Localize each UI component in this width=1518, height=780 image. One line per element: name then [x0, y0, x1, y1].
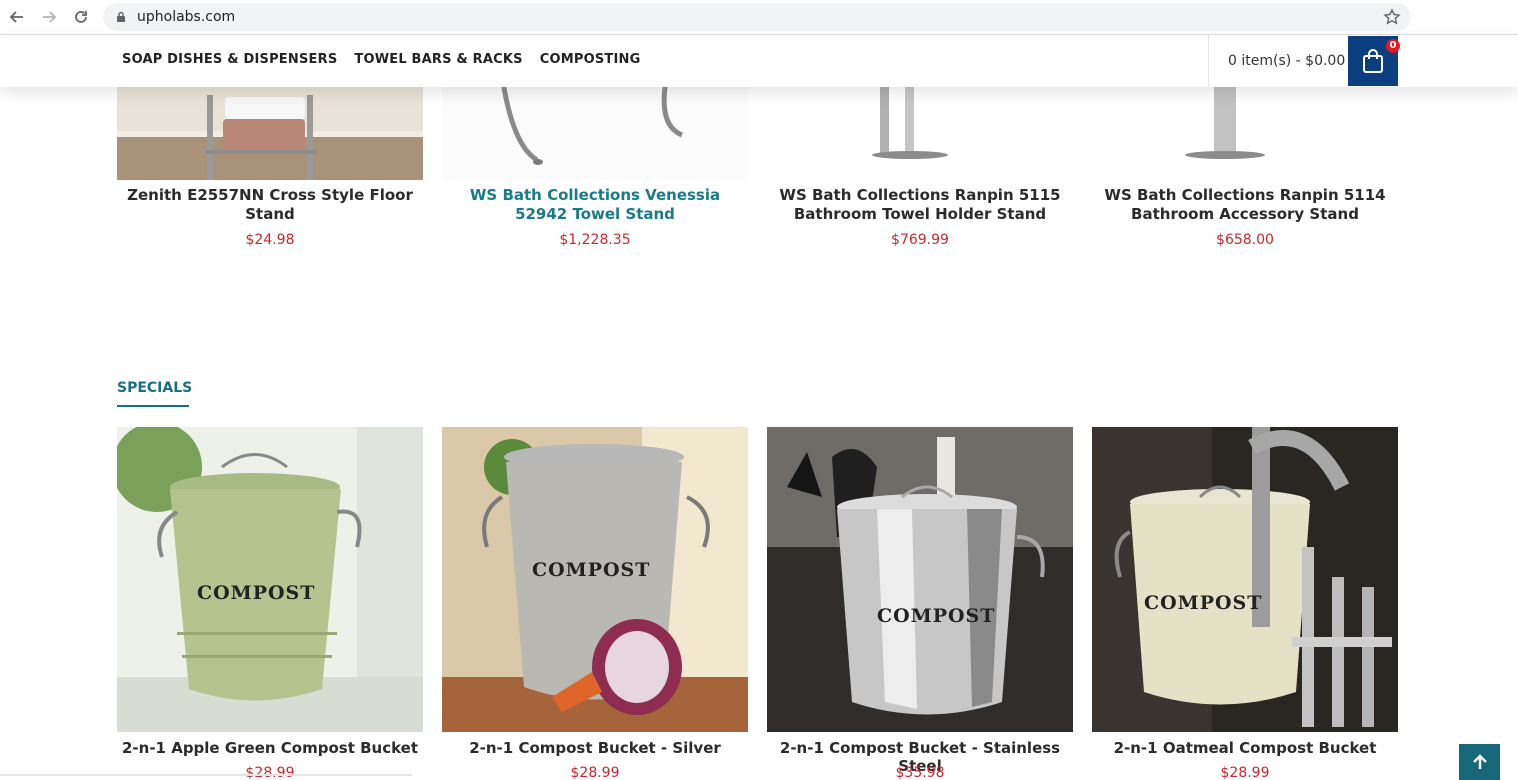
product-title[interactable]: Zenith E2557NN Cross Style Floor Stand	[117, 186, 423, 224]
product-image[interactable]: COMPOST	[1092, 427, 1398, 732]
back-arrow-icon[interactable]	[6, 6, 28, 28]
arrow-up-icon	[1472, 754, 1487, 769]
product-title[interactable]: WS Bath Collections Venessia 52942 Towel…	[442, 186, 748, 224]
product-price: $769.99	[891, 232, 949, 248]
page-content: Zenith E2557NN Cross Style Floor Stand $…	[0, 35, 1518, 780]
forward-arrow-icon[interactable]	[38, 6, 60, 28]
product-image[interactable]: COMPOST	[442, 427, 748, 732]
lock-icon	[117, 11, 125, 22]
product-title[interactable]: WS Bath Collections Ranpin 5115 Bathroom…	[767, 186, 1073, 224]
product-price: $28.99	[570, 765, 620, 780]
menu-item-composting[interactable]: COMPOSTING	[540, 52, 641, 67]
product-price: $24.98	[245, 232, 295, 248]
bottom-bar	[0, 774, 412, 776]
main-menu: SOAP DISHES & DISPENSERS TOWEL BARS & RA…	[122, 52, 640, 67]
product-image[interactable]: COMPOST	[767, 427, 1073, 732]
cart-summary[interactable]: 0 item(s) - $0.00	[1228, 53, 1345, 69]
product-image[interactable]: COMPOST	[117, 427, 423, 732]
url-text: upholabs.com	[137, 9, 236, 25]
product-title[interactable]: 2-n-1 Oatmeal Compost Bucket	[1092, 739, 1398, 757]
product-title[interactable]: 2-n-1 Compost Bucket - Silver	[442, 739, 748, 757]
product-title[interactable]: 2-n-1 Apple Green Compost Bucket	[117, 739, 423, 757]
browser-toolbar: upholabs.com	[0, 0, 1518, 35]
product-title[interactable]: WS Bath Collections Ranpin 5114 Bathroom…	[1092, 186, 1398, 224]
compost-label: COMPOST	[1144, 592, 1263, 614]
shopping-bag-icon	[1363, 49, 1383, 73]
menu-item-soap-dishes[interactable]: SOAP DISHES & DISPENSERS	[122, 52, 337, 67]
site-header: SOAP DISHES & DISPENSERS TOWEL BARS & RA…	[0, 35, 1518, 87]
specials-heading: SPECIALS	[117, 380, 193, 396]
cart-count-badge: 0	[1386, 39, 1400, 53]
product-price: $658.00	[1216, 232, 1274, 248]
product-price: $28.99	[1220, 765, 1270, 780]
heading-underline	[117, 405, 189, 407]
star-icon[interactable]	[1383, 8, 1401, 26]
header-divider	[1208, 35, 1209, 87]
compost-label: COMPOST	[532, 559, 651, 581]
product-price: $35.98	[895, 765, 945, 780]
product-price: $1,228.35	[559, 232, 631, 248]
compost-label: COMPOST	[877, 605, 996, 627]
menu-item-towel-bars[interactable]: TOWEL BARS & RACKS	[354, 52, 522, 67]
reload-icon[interactable]	[70, 6, 92, 28]
back-to-top-button[interactable]	[1459, 744, 1500, 780]
product-price: $28.99	[245, 765, 295, 780]
address-bar[interactable]: upholabs.com	[103, 3, 1411, 31]
compost-label: COMPOST	[197, 582, 316, 604]
